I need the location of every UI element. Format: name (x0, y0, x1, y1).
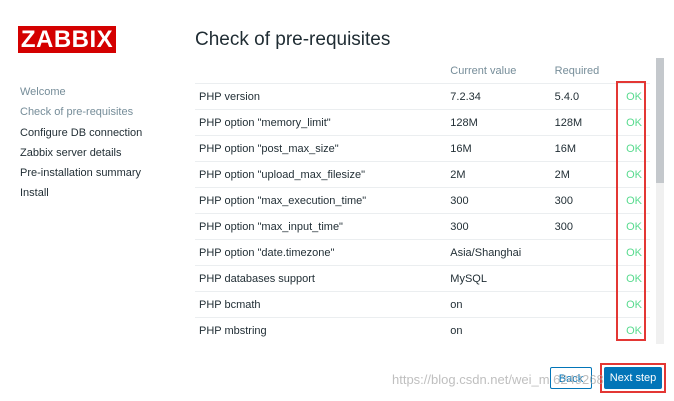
table-row: PHP option "memory_limit" 128M 128M OK (195, 109, 650, 136)
row-current-value: Asia/Shanghai (450, 239, 555, 266)
table-row: PHP option "max_execution_time" 300 300 … (195, 187, 650, 214)
row-current-value: on (450, 291, 555, 318)
row-name: PHP option "memory_limit" (195, 109, 451, 136)
row-current-value: 16M (450, 135, 555, 162)
row-current-value: 128M (450, 109, 555, 136)
row-name: PHP mbstring (195, 317, 451, 343)
table-row: PHP databases support MySQL OK (195, 265, 650, 292)
row-name: PHP option "max_execution_time" (195, 187, 451, 214)
scrollbar-thumb[interactable] (656, 58, 664, 183)
row-current-value: MySQL (450, 265, 555, 292)
row-name: PHP databases support (195, 265, 451, 292)
column-header-name (195, 59, 450, 84)
row-name: PHP option "upload_max_filesize" (195, 161, 451, 188)
table-row: PHP bcmath on OK (195, 291, 650, 318)
row-current-value: on (450, 317, 555, 343)
prerequisites-table-wrap: Current value Required PHP version 7.2.3… (195, 59, 650, 343)
row-current-value: 300 (450, 213, 555, 240)
step-check-prerequisites: Check of pre-requisites (20, 106, 134, 119)
row-name: PHP option "date.timezone" (195, 239, 451, 266)
page-title: Check of pre-requisites (195, 29, 391, 50)
table-row: PHP version 7.2.34 5.4.0 OK (195, 83, 650, 110)
row-name: PHP bcmath (195, 291, 451, 318)
table-row: PHP option "post_max_size" 16M 16M OK (195, 135, 650, 162)
row-name: PHP option "max_input_time" (195, 213, 451, 240)
setup-steps-nav: Welcome Check of pre-requisites Configur… (20, 82, 142, 204)
ok-column-highlight (616, 81, 646, 341)
table-row: PHP mbstring on OK (195, 317, 650, 343)
next-step-highlight (600, 363, 666, 393)
table-scrollbar[interactable] (656, 58, 664, 344)
row-current-value: 7.2.34 (450, 83, 555, 110)
row-name: PHP option "post_max_size" (195, 135, 451, 162)
row-current-value: 2M (450, 161, 555, 188)
step-server-details: Zabbix server details (20, 146, 122, 159)
row-current-value: 300 (450, 187, 555, 214)
table-row: PHP option "max_input_time" 300 300 OK (195, 213, 650, 240)
table-row: PHP option "upload_max_filesize" 2M 2M O… (195, 161, 650, 188)
row-name: PHP version (195, 83, 451, 110)
column-header-status (626, 59, 650, 84)
watermark-text: https://blog.csdn.net/wei_m 6249268 (392, 372, 604, 387)
table-header-row: Current value Required (195, 59, 650, 84)
step-install: Install (20, 187, 49, 200)
step-configure-db: Configure DB connection (20, 126, 143, 139)
column-header-current: Current value (450, 65, 517, 77)
step-preinstall-summary: Pre-installation summary (20, 167, 142, 180)
table-row: PHP option "date.timezone" Asia/Shanghai… (195, 239, 650, 266)
step-welcome: Welcome (20, 86, 66, 98)
column-header-required: Required (554, 65, 600, 77)
prerequisites-table: Current value Required PHP version 7.2.3… (195, 59, 650, 343)
zabbix-logo: ZABBIX (18, 26, 116, 53)
